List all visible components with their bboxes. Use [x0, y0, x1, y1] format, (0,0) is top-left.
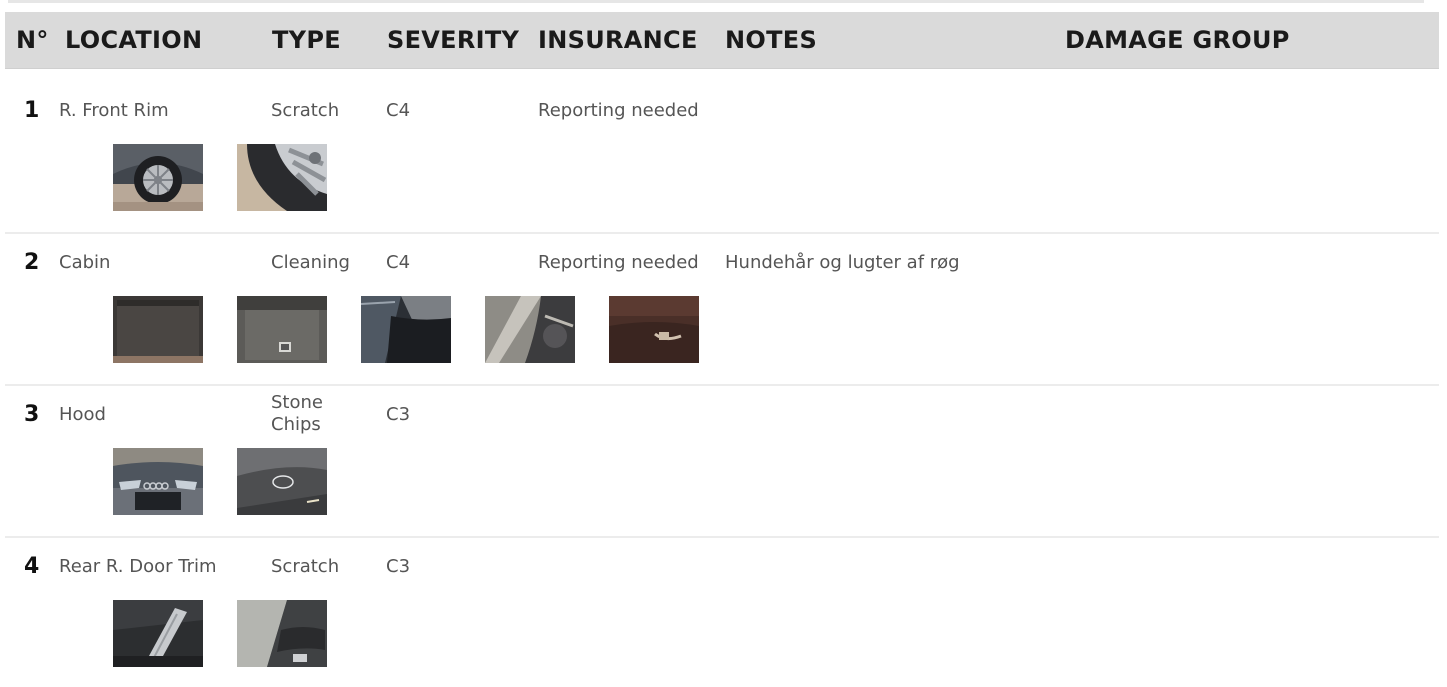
table-row[interactable]: 4 Rear R. Door Trim Scratch C3	[5, 548, 1439, 687]
interior-pillar-photo[interactable]	[485, 296, 575, 363]
row-severity: C4	[386, 100, 411, 121]
trunk-carpet-photo[interactable]	[113, 296, 203, 363]
row-severity: C3	[386, 556, 411, 577]
row-severity: C3	[386, 404, 411, 425]
header-notes: NOTES	[725, 26, 818, 54]
seat-photo[interactable]	[609, 296, 699, 363]
row-insurance: Reporting needed	[538, 252, 699, 273]
header-damage-group: DAMAGE GROUP	[1065, 26, 1290, 54]
row-type: Scratch	[271, 100, 340, 121]
header-severity: SEVERITY	[387, 26, 520, 54]
door-trim-photo[interactable]	[113, 600, 203, 667]
door-interior-photo[interactable]	[237, 600, 327, 667]
row-type: Stone Chips	[271, 392, 323, 435]
row-number: 4	[24, 554, 40, 579]
row-number: 3	[24, 402, 40, 427]
row-number: 1	[24, 98, 40, 123]
header-insurance: INSURANCE	[538, 26, 698, 54]
row-insurance: Reporting needed	[538, 100, 699, 121]
trunk-floor-photo[interactable]	[237, 296, 327, 363]
table-row[interactable]: 2 Cabin Cleaning C4 Reporting needed Hun…	[5, 244, 1439, 386]
header-number: N°	[16, 26, 49, 54]
row-location: Hood	[59, 404, 106, 425]
table-row[interactable]: 3 Hood Stone Chips C3	[5, 392, 1439, 538]
door-frame-photo[interactable]	[361, 296, 451, 363]
table-header: N° LOCATION TYPE SEVERITY INSURANCE NOTE…	[5, 12, 1439, 69]
row-type: Cleaning	[271, 252, 350, 273]
car-front-photo[interactable]	[113, 448, 203, 515]
top-divider	[8, 0, 1424, 3]
row-type: Scratch	[271, 556, 340, 577]
table-row[interactable]: 1 R. Front Rim Scratch C4 Reporting need…	[5, 92, 1439, 234]
hood-closeup-photo[interactable]	[237, 448, 327, 515]
rim-closeup-photo[interactable]	[237, 144, 327, 211]
wheel-photo[interactable]	[113, 144, 203, 211]
damage-report-page: N° LOCATION TYPE SEVERITY INSURANCE NOTE…	[0, 0, 1447, 687]
row-location: R. Front Rim	[59, 100, 169, 121]
row-severity: C4	[386, 252, 411, 273]
row-notes: Hundehår og lugter af røg	[725, 252, 960, 273]
row-location: Rear R. Door Trim	[59, 556, 217, 577]
header-type: TYPE	[272, 26, 341, 54]
row-number: 2	[24, 250, 40, 275]
header-location: LOCATION	[65, 26, 203, 54]
row-location: Cabin	[59, 252, 111, 273]
